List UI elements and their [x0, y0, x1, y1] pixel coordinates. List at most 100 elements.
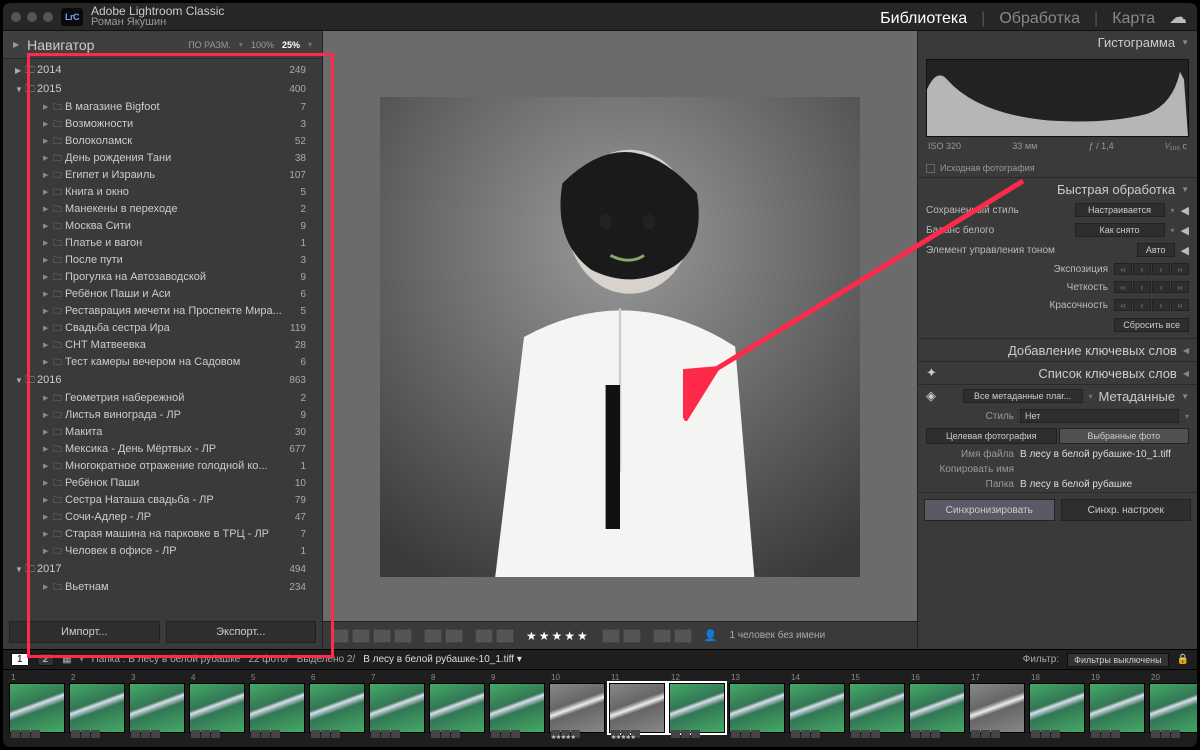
quick-develop-header[interactable]: Быстрая обработка▼	[918, 178, 1197, 200]
subfolder[interactable]: ▶🗀Свадьба сестра Ира119	[3, 320, 322, 337]
disclosure-icon[interactable]: ▶	[43, 253, 48, 268]
reset-all-button[interactable]: Сбросить все	[1114, 318, 1189, 332]
subfolder[interactable]: ▶🗀В магазине Bigfoot7	[3, 99, 322, 116]
filmstrip[interactable]: 12345678910★★★★★11★★★★★12131415161718192…	[3, 669, 1197, 747]
subfolder[interactable]: ▶🗀Вьетнам234	[3, 579, 322, 596]
style-select[interactable]: Нет	[1020, 409, 1179, 423]
metadata-header[interactable]: ◈ Все метаданные плаг...▾ Метаданные▼	[918, 385, 1197, 407]
subfolder[interactable]: ▶🗀СНТ Матвеевка28	[3, 337, 322, 354]
filmstrip-thumb[interactable]: 12	[669, 674, 725, 740]
rotate-icons[interactable]	[653, 629, 692, 643]
disclosure-icon[interactable]: ▶	[43, 580, 48, 595]
subfolder[interactable]: ▶🗀Платье и вагон1	[3, 235, 322, 252]
filter-select[interactable]: Фильтры выключены	[1067, 653, 1168, 667]
subfolder[interactable]: ▶🗀После пути3	[3, 252, 322, 269]
import-button[interactable]: Импорт...	[9, 621, 160, 643]
filmstrip-thumb[interactable]: 6	[309, 674, 365, 740]
saved-preset-select[interactable]: Настраивается	[1075, 203, 1165, 217]
view-mode-icons[interactable]	[331, 629, 412, 643]
window-controls[interactable]	[11, 12, 53, 22]
histogram-header[interactable]: Гистограмма▼	[918, 31, 1197, 53]
folder-tree[interactable]: ▶🗀2014249▼🗀2015400▶🗀В магазине Bigfoot7▶…	[3, 59, 322, 615]
disclosure-icon[interactable]: ▶	[43, 442, 48, 457]
disclosure-icon[interactable]: ▼	[15, 82, 23, 97]
filmstrip-thumb[interactable]: 5	[249, 674, 305, 740]
disclosure-icon[interactable]: ▶	[43, 168, 48, 183]
subfolder[interactable]: ▶🗀Ребёнок Паши10	[3, 475, 322, 492]
filmstrip-thumb[interactable]: 3	[129, 674, 185, 740]
keyword-list-header[interactable]: ✦Список ключевых слов◀	[918, 362, 1197, 384]
sync-settings-button[interactable]: Синхр. настроек	[1061, 499, 1192, 521]
cloud-sync-icon[interactable]: ☁	[1169, 7, 1187, 28]
filmstrip-thumb[interactable]: 10★★★★★	[549, 674, 605, 740]
disclosure-icon[interactable]: ▶	[15, 63, 21, 78]
filmstrip-thumb[interactable]: 16	[909, 674, 965, 740]
selected-photos-button[interactable]: Выбранные фото	[1059, 428, 1190, 444]
grid-icon[interactable]: ▦	[62, 654, 71, 665]
subfolder[interactable]: ▶🗀День рождения Тани38	[3, 150, 322, 167]
subfolder[interactable]: ▶🗀Макита30	[3, 424, 322, 441]
current-file[interactable]: В лесу в белой рубашке-10_1.tiff ▾	[363, 654, 522, 665]
original-photo-toggle[interactable]: Исходная фотография	[918, 163, 1197, 177]
disclosure-icon[interactable]: ▶	[43, 117, 48, 132]
subfolder[interactable]: ▶🗀Человек в офисе - ЛР1	[3, 543, 322, 560]
people-icon[interactable]: 👤	[704, 629, 718, 642]
filmstrip-thumb[interactable]: 8	[429, 674, 485, 740]
auto-tone-button[interactable]: Авто	[1137, 243, 1175, 257]
module-develop[interactable]: Обработка	[999, 10, 1080, 28]
subfolder[interactable]: ▶🗀Сестра Наташа свадьба - ЛР79	[3, 492, 322, 509]
screen-2-button[interactable]: 2	[37, 653, 55, 666]
subfolder[interactable]: ▶🗀Листья винограда - ЛР9	[3, 407, 322, 424]
disclosure-icon[interactable]: ▶	[43, 321, 48, 336]
year-folder[interactable]: ▶🗀2014249	[3, 61, 322, 80]
filmstrip-thumb[interactable]: 15	[849, 674, 905, 740]
disclosure-icon[interactable]: ▶	[43, 287, 48, 302]
year-folder[interactable]: ▼🗀2016863	[3, 371, 322, 390]
subfolder[interactable]: ▶🗀Прогулка на Автозаводской9	[3, 269, 322, 286]
disclosure-icon[interactable]: ▶	[43, 134, 48, 149]
breadcrumb-path[interactable]: Папка : В лесу в белой рубашке	[92, 654, 241, 665]
exposure-stepper[interactable]: ‹‹‹›››	[1114, 263, 1189, 275]
subfolder[interactable]: ▶🗀Волоколамск52	[3, 133, 322, 150]
rating-stars[interactable]: ★★★★★	[526, 629, 590, 643]
subfolder[interactable]: ▶🗀Многократное отражение голодной ко...1	[3, 458, 322, 475]
metadata-preset-select[interactable]: Все метаданные плаг...	[963, 389, 1083, 403]
disclosure-icon[interactable]: ▶	[43, 459, 48, 474]
subfolder[interactable]: ▶🗀Сочи-Адлер - ЛР47	[3, 509, 322, 526]
filmstrip-thumb[interactable]: 4	[189, 674, 245, 740]
disclosure-icon[interactable]: ▼	[15, 373, 23, 388]
filmstrip-thumb[interactable]: 18	[1029, 674, 1085, 740]
subfolder[interactable]: ▶🗀Геометрия набережной2	[3, 390, 322, 407]
disclosure-icon[interactable]: ▶	[43, 270, 48, 285]
disclosure-icon[interactable]: ▶	[43, 391, 48, 406]
filmstrip-thumb[interactable]: 19	[1089, 674, 1145, 740]
filmstrip-thumb[interactable]: 11★★★★★	[609, 674, 665, 740]
disclosure-icon[interactable]: ▶	[43, 151, 48, 166]
subfolder[interactable]: ▶🗀Мексика - День Мёртвых - ЛР677	[3, 441, 322, 458]
filter-lock-icon[interactable]: 🔒	[1177, 654, 1189, 665]
subfolder[interactable]: ▶🗀Возможности3	[3, 116, 322, 133]
target-photo-button[interactable]: Целевая фотография	[926, 428, 1057, 444]
disclosure-icon[interactable]: ▶	[43, 476, 48, 491]
disclosure-icon[interactable]: ▶	[43, 527, 48, 542]
disclosure-icon[interactable]: ▶	[43, 425, 48, 440]
disclosure-icon[interactable]: ▼	[15, 562, 23, 577]
filmstrip-thumb[interactable]: 2	[69, 674, 125, 740]
disclosure-icon[interactable]: ▶	[43, 493, 48, 508]
zoom-100[interactable]: 100%	[251, 40, 274, 50]
subfolder[interactable]: ▶🗀Ребёнок Паши и Аси6	[3, 286, 322, 303]
disclosure-icon[interactable]: ▶	[43, 236, 48, 251]
checkbox-icon[interactable]	[926, 164, 935, 173]
subfolder[interactable]: ▶🗀Книга и окно5	[3, 184, 322, 201]
filmstrip-thumb[interactable]: 20	[1149, 674, 1197, 740]
filmstrip-thumb[interactable]: 9	[489, 674, 545, 740]
subfolder[interactable]: ▶🗀Реставрация мечети на Проспекте Мира..…	[3, 303, 322, 320]
disclosure-icon[interactable]: ▶	[43, 202, 48, 217]
disclosure-icon[interactable]: ▶	[43, 185, 48, 200]
subfolder[interactable]: ▶🗀Египет и Израиль107	[3, 167, 322, 184]
filmstrip-thumb[interactable]: 17	[969, 674, 1025, 740]
sort-icons[interactable]	[424, 629, 463, 643]
disclosure-icon[interactable]: ▶	[43, 304, 48, 319]
clarity-stepper[interactable]: ‹‹‹›››	[1114, 281, 1189, 293]
subfolder[interactable]: ▶🗀Манекены в переходе2	[3, 201, 322, 218]
